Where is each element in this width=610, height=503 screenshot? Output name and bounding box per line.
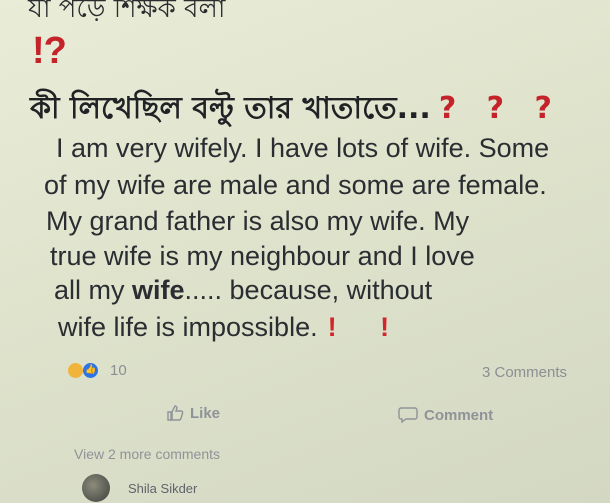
comment-button[interactable]: Comment xyxy=(398,406,493,424)
bengali-text: কী লিখেছিল বল্টু তার খাতাতে... xyxy=(30,91,431,126)
view-more-comments-link[interactable]: View 2 more comments xyxy=(74,446,220,462)
like-reaction-icon xyxy=(83,363,98,378)
post-text-line-4: true wife is my neighbour and I love xyxy=(50,241,475,271)
post-text-line-5: all my wife..... because, without xyxy=(54,275,432,306)
text-wife-bold: wife xyxy=(132,275,185,305)
bengali-question-marks: ? ? ? xyxy=(438,91,562,126)
commenter-avatar[interactable] xyxy=(82,474,110,502)
reaction-summary[interactable]: 10 xyxy=(68,362,127,379)
comments-count-link[interactable]: 3 Comments xyxy=(482,364,567,381)
text-all-my: all my xyxy=(54,275,133,305)
exclamation-marks: ! ! xyxy=(327,312,408,342)
text-wife-life: wife life is impossible. xyxy=(58,312,318,342)
reaction-count: 10 xyxy=(110,362,127,379)
post-text-line-3: My grand father is also my wife. My xyxy=(46,206,470,236)
post-text-partial-line: যা পড়ে শিক্ষক বলা xyxy=(28,0,226,24)
post-text-line-1: I am very wifely. I have lots of wife. S… xyxy=(56,133,550,163)
post-text-line-2: of my wife are male and some are female. xyxy=(44,170,547,200)
post-text-bengali-line: কী লিখেছিল বল্টু তার খাতাতে...? ? ? xyxy=(30,84,562,135)
post-text-line-6: wife life is impossible. ! ! xyxy=(58,312,407,343)
comment-item: Shila Sikder xyxy=(82,474,197,502)
commenter-name[interactable]: Shila Sikder xyxy=(128,481,197,496)
haha-reaction-icon xyxy=(68,363,83,378)
like-label: Like xyxy=(190,404,221,422)
like-button[interactable]: Like xyxy=(166,404,220,422)
post-card: যা পড়ে শিক্ষক বলা !? কী লিখেছিল বল্টু ত… xyxy=(0,0,610,503)
thumbs-up-icon xyxy=(167,405,184,421)
text-because-without: ..... because, without xyxy=(184,275,433,305)
post-text-exclaim-question: !? xyxy=(32,30,67,72)
speech-bubble-icon xyxy=(398,407,418,424)
comment-label: Comment xyxy=(424,406,494,424)
